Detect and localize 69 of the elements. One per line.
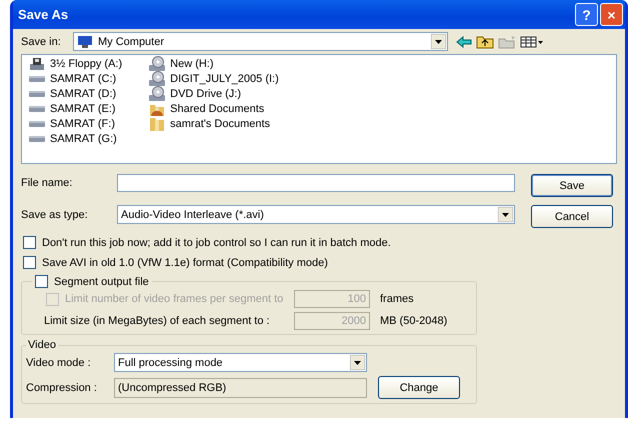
drive-name: DVD Drive (J:) <box>170 88 242 100</box>
field-label: File name: <box>21 177 74 189</box>
drive-name: 3½ Floppy (A:) <box>50 58 122 70</box>
video-mode-value: Full processing mode <box>118 356 224 368</box>
window-title: Save As <box>18 7 68 22</box>
drive-item[interactable]: 3½ Floppy (A:) <box>28 57 122 71</box>
drive-name: samrat's Documents <box>170 118 270 130</box>
hard-drive-icon <box>28 105 46 113</box>
cd-drive-icon <box>148 71 166 87</box>
drive-name: Shared Documents <box>170 103 264 115</box>
close-button[interactable]: × <box>600 3 623 26</box>
hard-drive-icon <box>28 120 46 128</box>
drive-name: SAMRAT (D:) <box>50 88 116 100</box>
up-folder-icon[interactable] <box>476 34 494 48</box>
hard-drive-icon <box>28 75 46 83</box>
computer-icon <box>77 34 93 48</box>
field-label: Video mode : <box>26 356 92 368</box>
view-menu-icon[interactable] <box>520 34 544 48</box>
drive-item[interactable]: Shared Documents <box>148 102 279 116</box>
back-arrow-icon[interactable] <box>456 36 472 48</box>
file-type-dropdown[interactable]: Audio-Video Interleave (*.avi) <box>117 205 515 224</box>
compression-field[interactable]: (Uncompressed RGB) <box>114 378 367 398</box>
drive-item[interactable]: SAMRAT (E:) <box>28 102 122 116</box>
file-name-field[interactable] <box>117 174 515 192</box>
drive-name: SAMRAT (C:) <box>50 73 116 85</box>
unit-label: frames <box>380 293 414 305</box>
drive-item[interactable]: samrat's Documents <box>148 117 279 131</box>
checkbox-label: Segment output file <box>54 276 149 288</box>
dropdown-arrow-icon[interactable] <box>431 34 446 49</box>
floppy-drive-icon <box>28 57 46 71</box>
checkbox-label: Save AVI in old 1.0 (VfW 1.1e) format (Compatibility mode) <box>42 256 328 268</box>
cancel-button[interactable]: Cancel <box>531 205 613 228</box>
location-dropdown[interactable]: My Computer <box>73 32 448 51</box>
drive-name: SAMRAT (F:) <box>50 118 115 130</box>
drive-name: DIGIT_JULY_2005 (I:) <box>170 73 279 85</box>
save-button[interactable]: Save <box>531 174 613 197</box>
file-type-value: Audio-Video Interleave (*.avi) <box>121 208 265 220</box>
checkbox-label: Don't run this job now; add it to job control so I can run it in batch mode. <box>42 236 391 248</box>
cd-drive-icon <box>148 86 166 102</box>
dropdown-arrow-icon[interactable] <box>350 355 365 370</box>
drive-name: SAMRAT (E:) <box>50 103 116 115</box>
hard-drive-icon <box>28 90 46 98</box>
drive-item[interactable]: New (H:) <box>148 57 279 71</box>
field-label: Save in: <box>21 36 62 48</box>
change-button[interactable]: Change <box>378 376 460 399</box>
drive-item[interactable]: SAMRAT (D:) <box>28 87 122 101</box>
checkbox[interactable] <box>35 275 48 288</box>
field-label: Limit size (in MegaBytes) of each segment to : <box>44 315 271 327</box>
drive-name: New (H:) <box>170 58 214 70</box>
checkbox[interactable] <box>23 256 36 269</box>
checkbox[interactable] <box>23 236 36 249</box>
new-folder-icon <box>498 34 516 48</box>
drive-name: SAMRAT (G:) <box>50 133 117 145</box>
group-title: Video <box>27 339 57 351</box>
help-button[interactable]: ? <box>575 3 598 26</box>
hard-drive-icon <box>28 135 46 143</box>
drive-item[interactable]: SAMRAT (G:) <box>28 132 122 146</box>
field-label: Compression : <box>26 382 98 394</box>
field-label: Save as type: <box>21 208 89 220</box>
location-value: My Computer <box>98 36 166 48</box>
unit-label: MB (50-2048) <box>380 315 448 327</box>
folder-icon <box>148 116 166 132</box>
video-mode-dropdown[interactable]: Full processing mode <box>114 353 367 372</box>
drive-item[interactable]: SAMRAT (C:) <box>28 72 122 86</box>
drive-item[interactable]: DVD Drive (J:) <box>148 87 279 101</box>
dropdown-arrow-icon[interactable] <box>498 207 513 222</box>
drive-item[interactable]: DIGIT_JULY_2005 (I:) <box>148 72 279 86</box>
drive-item[interactable]: SAMRAT (F:) <box>28 117 122 131</box>
checkbox-label: Limit number of video frames per segment to <box>65 293 284 305</box>
